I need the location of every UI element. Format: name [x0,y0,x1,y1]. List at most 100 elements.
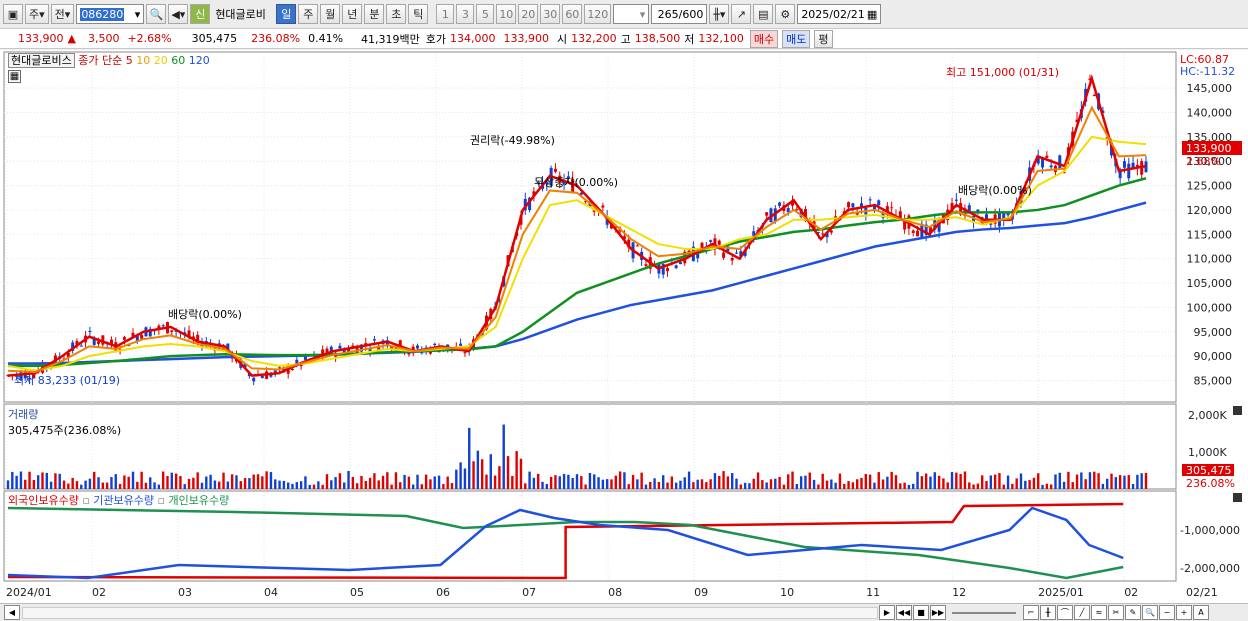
fast-forward-icon[interactable]: ▶▶ [930,605,946,620]
volume-bar [1093,471,1096,489]
interval-dropdown[interactable]: ▾ [613,4,650,24]
period-dropdown[interactable]: 주 ▾ [25,4,49,24]
volume-bar [730,473,734,489]
volume-bar [347,471,350,489]
candle-body [765,212,769,216]
volume-bar [166,476,169,489]
eval-button[interactable]: 평 [814,29,833,48]
font-icon[interactable]: A [1193,605,1209,620]
tab-week[interactable]: 주 [298,4,319,24]
volume-bar [834,482,837,489]
buy-button[interactable]: 매수 [749,29,779,48]
candle-body [911,230,915,233]
price-panel-frame [3,51,1177,403]
volume-bar [657,482,661,489]
volume-bar [58,473,61,489]
tool-3-icon[interactable]: ⌒ [1057,605,1073,620]
interval-5[interactable]: 5 [476,4,495,24]
stop-icon[interactable]: ■ [913,605,929,620]
scroll-right-icon[interactable]: ▶ [879,605,895,620]
tool-6-icon[interactable]: ✂ [1108,605,1124,620]
volume-bar [1024,480,1027,489]
draw-icon[interactable]: ↗ [731,4,752,24]
horizontal-scrollbar[interactable] [22,606,878,619]
x-tick-label: 02 [1124,586,1138,599]
y-tick-label: 140,000 [1187,106,1233,119]
volume-bar [54,473,57,489]
legend-individual: 개인보유수량 [168,494,230,507]
chart-area[interactable]: 145,000 140,000 135,000 130,000 125,000 120,0… [0,50,1248,603]
table-icon[interactable]: ▦ [8,70,21,83]
x-tick-label: 07 [522,586,536,599]
new-badge[interactable]: 신 [190,4,211,24]
volume-bar [955,472,958,489]
scroll-left-icon[interactable]: ◀ [4,605,20,620]
gear-icon[interactable]: ⚙ [775,4,796,24]
minus-icon[interactable]: − [1159,605,1175,620]
tab-day[interactable]: 일 [276,4,297,24]
interval-60[interactable]: 60 [562,4,583,24]
volume-bar [1058,472,1061,489]
candle-body [601,205,605,208]
save-icon[interactable]: ▤ [753,4,774,24]
tab-year[interactable]: 년 [342,4,363,24]
interval-120[interactable]: 120 [584,4,612,24]
volume-bar [239,481,242,489]
tool-7-icon[interactable]: ✎ [1125,605,1141,620]
interval-10[interactable]: 10 [496,4,517,24]
volume-bar [726,476,730,489]
legend-ma20: 20 [153,54,168,67]
interval-3[interactable]: 3 [456,4,475,24]
speaker-icon[interactable]: ◀▾ [168,4,189,24]
tab-month[interactable]: 월 [320,4,341,24]
candle-body [88,331,92,333]
count-field[interactable]: 265/600 [651,4,708,24]
volume-bar [588,472,592,489]
volume-bar [722,471,725,489]
prev-dropdown[interactable]: 전 ▾ [50,4,75,24]
volume-bar [15,475,18,489]
rewind-icon[interactable]: ◀◀ [896,605,912,620]
stock-name-box[interactable]: 현대글로비스 [8,53,75,68]
tool-4-icon[interactable]: ╱ [1074,605,1090,620]
candle-body [717,240,721,245]
volume-bar [1114,477,1118,489]
annotation-rights: 권리락(-49.98%) [470,134,555,147]
volume-close-icon[interactable] [1233,406,1242,415]
volume-bar [916,471,919,489]
tab-tick[interactable]: 틱 [408,4,429,24]
volume-bar [183,484,186,489]
volume-bar [299,481,303,489]
window-icon[interactable]: ▣ [3,4,23,24]
zoom-slider[interactable] [952,611,1016,614]
date-field[interactable]: 2025/02/21 ▦ [797,4,882,24]
calendar-icon[interactable]: ▦ [867,8,877,21]
volume-bar [1049,484,1053,489]
interval-1[interactable]: 1 [436,4,455,24]
tab-minute[interactable]: 분 [364,4,385,24]
stock-code-input[interactable]: 086280 ▾ [76,4,145,24]
volume-bar [360,475,363,489]
interval-30[interactable]: 30 [540,4,561,24]
tool-1-icon[interactable]: ⌐ [1023,605,1039,620]
plus-icon[interactable]: + [1176,605,1192,620]
volume-bar [480,459,484,489]
tool-2-icon[interactable]: ╫ [1040,605,1056,620]
volume-bar [420,484,424,489]
candle-icon[interactable]: ╫▾ [709,4,730,24]
volume-bar [709,479,712,489]
sell-button[interactable]: 매도 [782,29,811,48]
interval-20[interactable]: 20 [518,4,539,24]
volume-bar [808,472,811,489]
zoom-icon[interactable]: 🔍 [1142,605,1158,620]
volume-bar [903,482,906,489]
price-chart-svg[interactable]: 145,000140,000135,000130,000125,000120,0… [0,50,1248,603]
search-icon[interactable]: 🔍 [146,4,167,24]
volume-bar [274,479,277,489]
volume-bar [774,478,777,489]
candle-body [795,209,799,211]
tool-5-icon[interactable]: ≈ [1091,605,1107,620]
holdings-close-icon[interactable] [1233,493,1242,502]
volume-bar [28,471,31,489]
tab-second[interactable]: 초 [386,4,407,24]
